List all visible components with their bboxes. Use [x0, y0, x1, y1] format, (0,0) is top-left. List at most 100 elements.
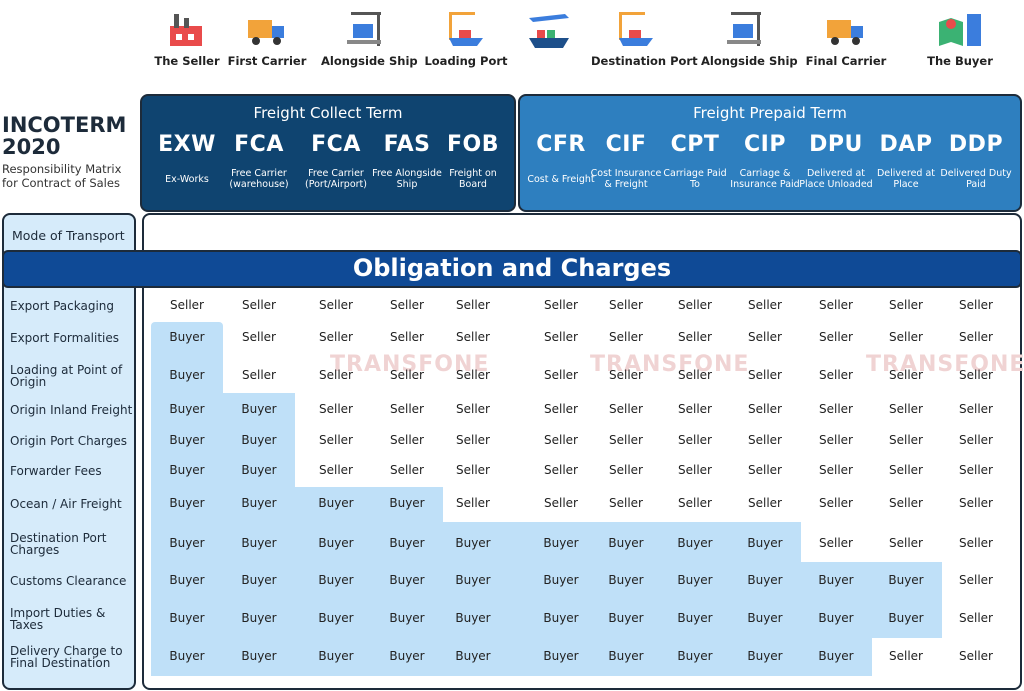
stage-0: The Seller	[142, 8, 232, 68]
stage-label: Alongside Ship	[701, 54, 798, 68]
cell-seller: Seller	[819, 496, 853, 510]
term-description: Freight on Board	[449, 168, 497, 190]
cell-seller: Seller	[390, 330, 424, 344]
cell-buyer: Buyer	[677, 649, 713, 663]
cell-seller: Seller	[959, 463, 993, 477]
cell-seller: Seller	[544, 433, 578, 447]
cell-seller: Seller	[319, 368, 353, 382]
cell-buyer: Buyer	[169, 463, 205, 477]
cell-buyer: Buyer	[608, 573, 644, 587]
term-cfr: CFR Cost & Freight	[524, 132, 598, 197]
cell-seller: Seller	[390, 433, 424, 447]
term-description: Delivered Duty Paid	[940, 168, 1012, 190]
row-label: Origin Port Charges	[10, 434, 127, 448]
term-code: FAS	[383, 132, 431, 157]
cell-seller: Seller	[456, 496, 490, 510]
cell-seller: Seller	[889, 298, 923, 312]
term-description: Cost Insurance & Freight	[590, 168, 662, 190]
cell-seller: Seller	[242, 330, 276, 344]
group-title: Freight Collect Term	[253, 104, 403, 122]
row-label: Origin Inland Freight	[10, 403, 133, 417]
cell-seller: Seller	[889, 368, 923, 382]
cell-seller: Seller	[748, 496, 782, 510]
cell-buyer: Buyer	[169, 649, 205, 663]
term-exw: EXW Ex-Works	[150, 132, 224, 197]
cell-seller: Seller	[889, 433, 923, 447]
cell-seller: Seller	[544, 368, 578, 382]
term-description: Free Carrier (warehouse)	[229, 168, 289, 190]
term-code: DAP	[879, 132, 933, 157]
title-main: INCOTERM	[2, 113, 127, 137]
cell-buyer: Buyer	[389, 536, 425, 550]
cell-buyer: Buyer	[455, 611, 491, 625]
cell-buyer: Buyer	[241, 536, 277, 550]
cell-buyer: Buyer	[241, 463, 277, 477]
cell-buyer: Buyer	[455, 573, 491, 587]
cell-buyer: Buyer	[677, 573, 713, 587]
cell-buyer: Buyer	[608, 536, 644, 550]
cell-buyer: Buyer	[169, 330, 205, 344]
cell-seller: Seller	[609, 496, 643, 510]
stage-label: Final Carrier	[805, 54, 887, 68]
cell-seller: Seller	[889, 649, 923, 663]
cell-seller: Seller	[959, 496, 993, 510]
cell-seller: Seller	[544, 463, 578, 477]
stage-4	[503, 8, 593, 54]
cell-seller: Seller	[678, 463, 712, 477]
cell-buyer: Buyer	[241, 611, 277, 625]
cell-buyer: Buyer	[169, 611, 205, 625]
port-ship-icon	[449, 12, 483, 46]
row-label: Export Formalities	[10, 331, 120, 345]
cell-seller: Seller	[456, 402, 490, 416]
cell-seller: Seller	[819, 330, 853, 344]
term-description: Free Carrier (Port/Airport)	[305, 168, 367, 190]
cell-seller: Seller	[819, 433, 853, 447]
cell-buyer: Buyer	[747, 649, 783, 663]
row-label: Destination Port Charges	[10, 531, 107, 557]
cell-buyer: Buyer	[389, 573, 425, 587]
cell-seller: Seller	[748, 330, 782, 344]
cell-seller: Seller	[819, 298, 853, 312]
port-ship-icon	[619, 12, 653, 46]
stage-2: Alongside Ship	[321, 8, 418, 68]
row-label: Import Duties & Taxes	[10, 606, 106, 632]
stage-label: The Seller	[154, 54, 220, 68]
cell-buyer: Buyer	[241, 573, 277, 587]
cell-seller: Seller	[889, 402, 923, 416]
cell-buyer: Buyer	[318, 536, 354, 550]
cell-buyer: Buyer	[169, 368, 205, 382]
cell-seller: Seller	[609, 433, 643, 447]
cell-seller: Seller	[959, 536, 993, 550]
cell-seller: Seller	[678, 298, 712, 312]
cell-seller: Seller	[959, 330, 993, 344]
stage-label: First Carrier	[227, 54, 307, 68]
cell-seller: Seller	[819, 368, 853, 382]
term-dap: DAP Delivered at Place	[869, 132, 943, 197]
cell-seller: Seller	[959, 402, 993, 416]
cell-seller: Seller	[456, 463, 490, 477]
cell-seller: Seller	[748, 298, 782, 312]
cell-buyer: Buyer	[241, 402, 277, 416]
cell-seller: Seller	[390, 402, 424, 416]
cell-seller: Seller	[390, 298, 424, 312]
cell-buyer: Buyer	[455, 536, 491, 550]
cell-seller: Seller	[609, 330, 643, 344]
cell-buyer: Buyer	[241, 433, 277, 447]
cell-buyer: Buyer	[888, 573, 924, 587]
cell-buyer: Buyer	[455, 649, 491, 663]
row-label: Forwarder Fees	[10, 464, 102, 478]
stage-1: First Carrier	[222, 8, 312, 68]
row-label: Export Packaging	[10, 299, 115, 313]
cell-seller: Seller	[544, 402, 578, 416]
cell-seller: Seller	[959, 433, 993, 447]
term-description: Carriage & Insurance Paid	[730, 168, 800, 190]
obligation-banner: Obligation and Charges	[2, 250, 1022, 288]
crane-container-icon	[347, 12, 381, 46]
cell-buyer: Buyer	[888, 611, 924, 625]
cell-seller: Seller	[609, 298, 643, 312]
cell-seller: Seller	[678, 433, 712, 447]
cell-buyer: Buyer	[608, 611, 644, 625]
cell-buyer: Buyer	[169, 402, 205, 416]
term-fob: FOB Freight on Board	[436, 132, 510, 197]
cell-seller: Seller	[319, 330, 353, 344]
